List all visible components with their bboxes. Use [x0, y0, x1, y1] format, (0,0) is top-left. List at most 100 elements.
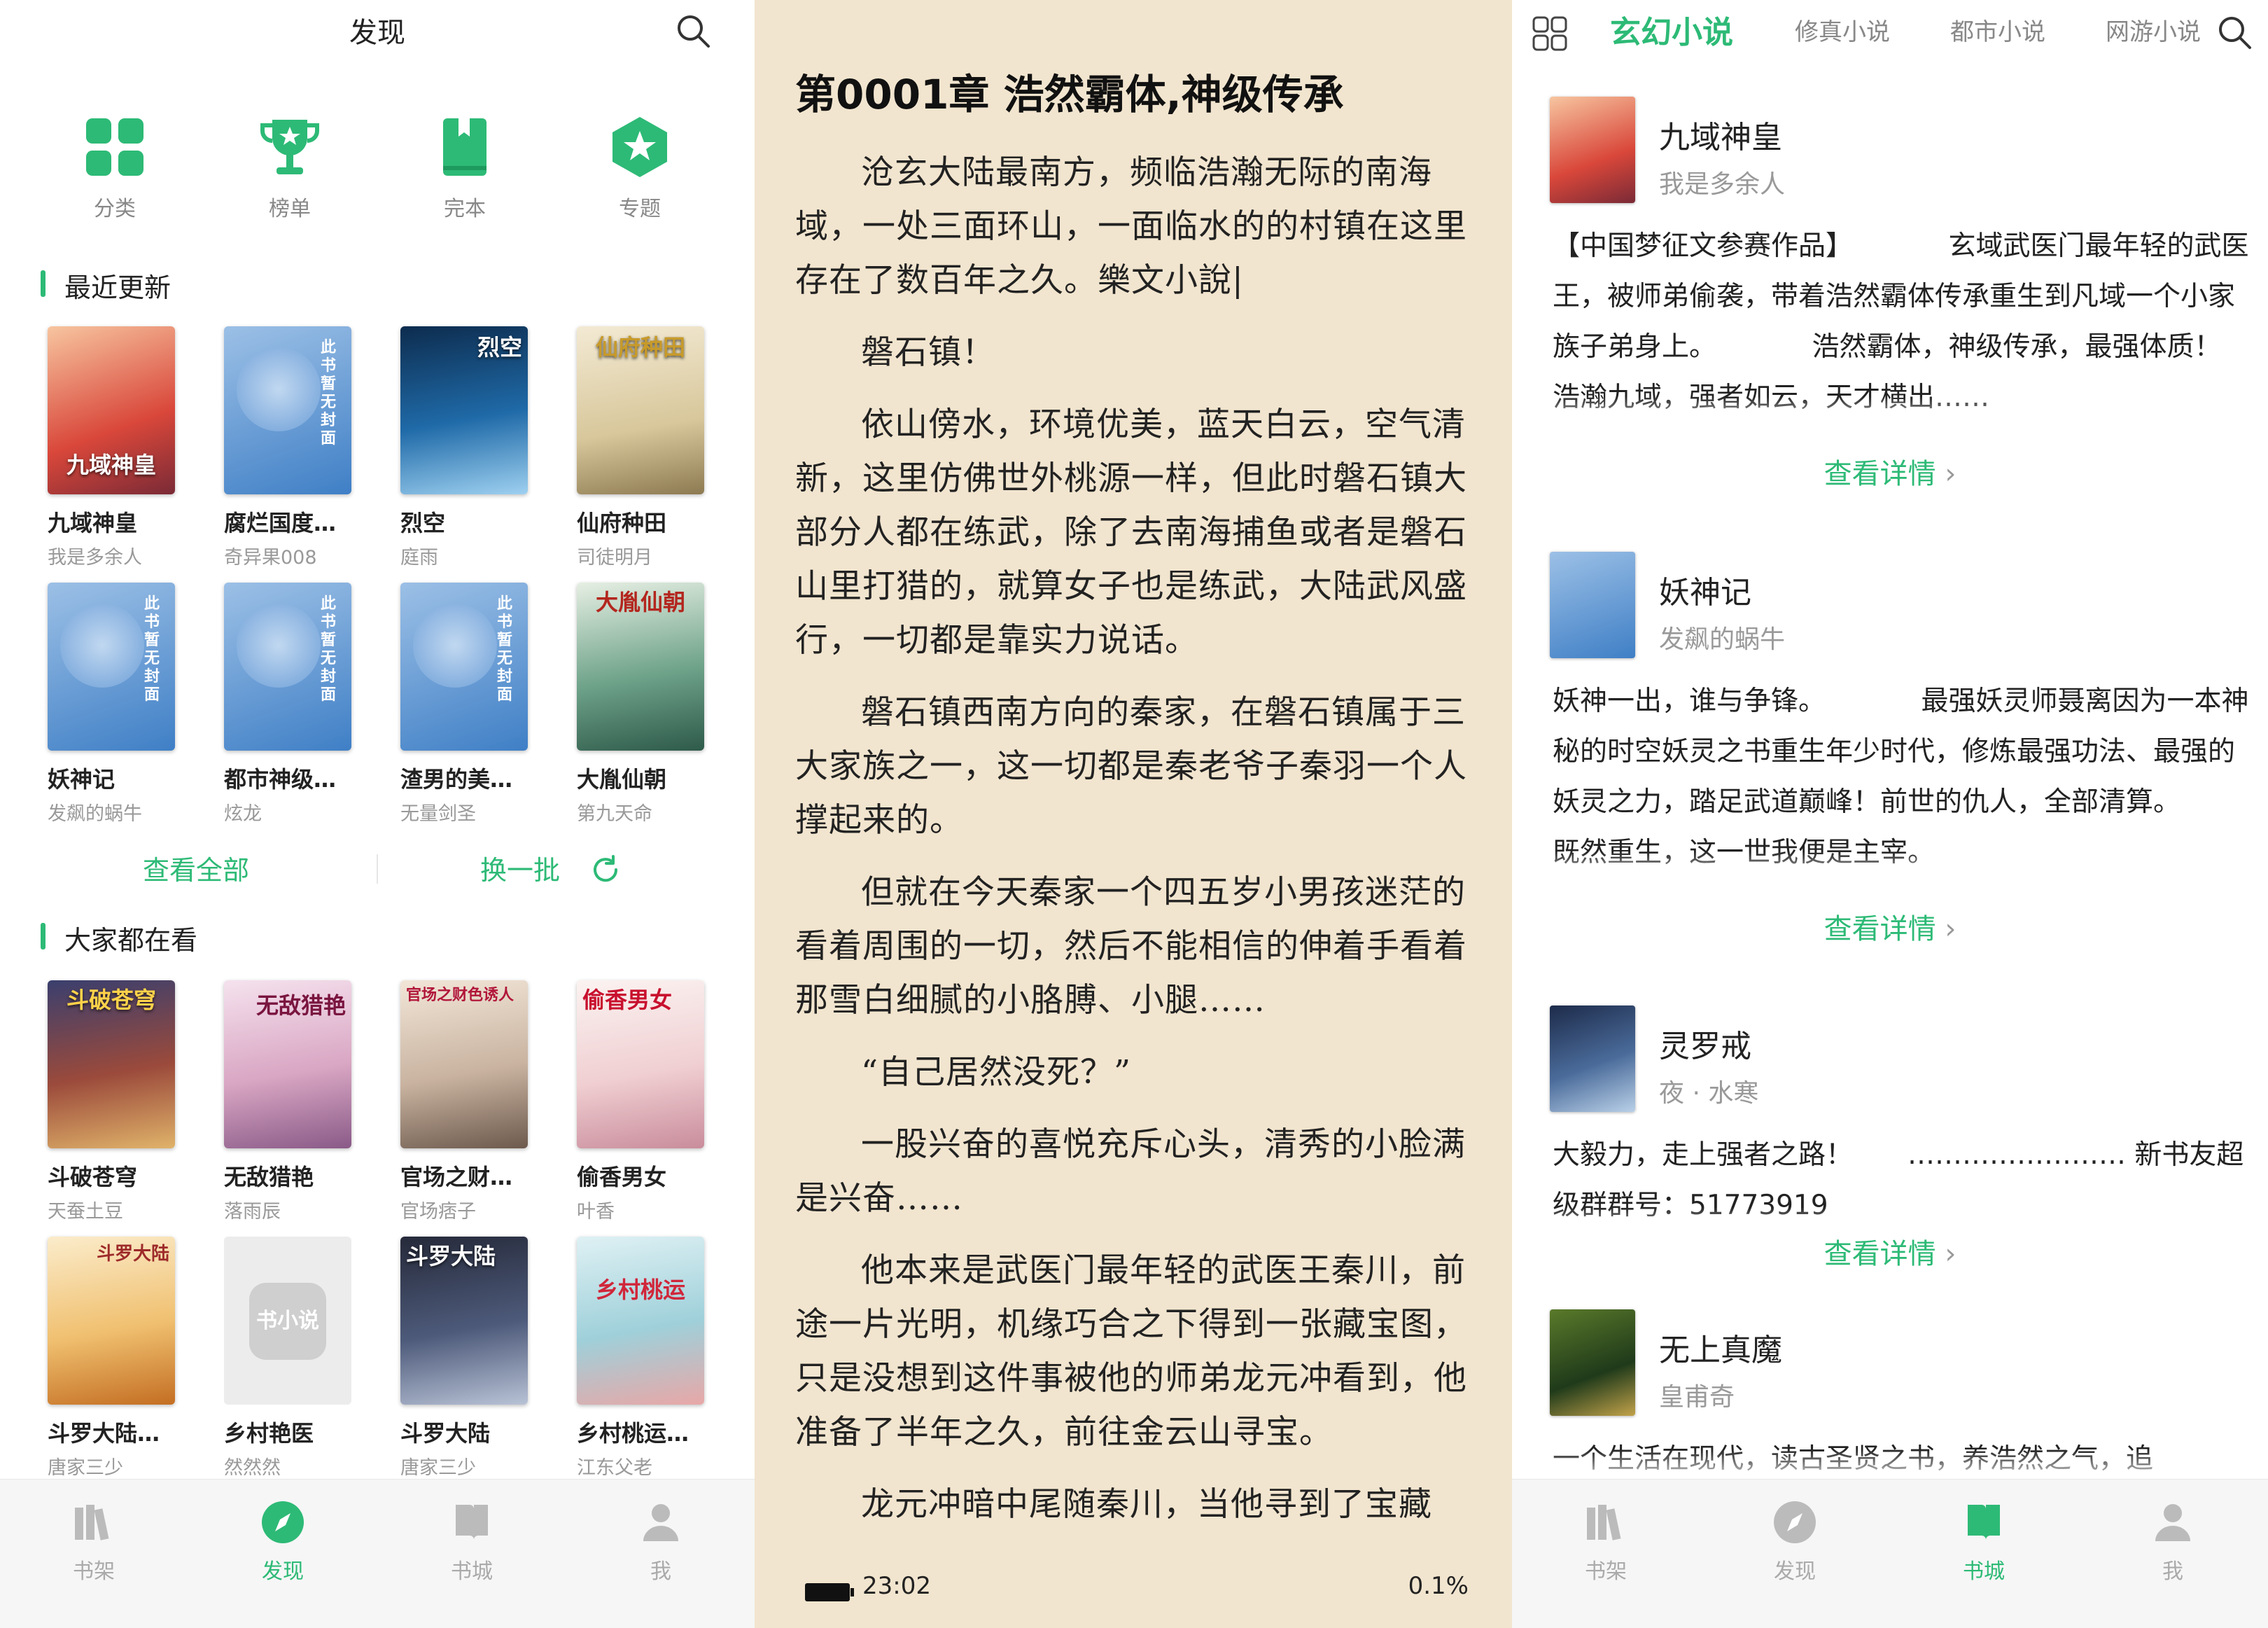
book-list-item[interactable]: 灵罗戒 夜 · 水寒 大毅力，走上强者之路！ …………………… 新书友超级群群号… — [1512, 1006, 2268, 1286]
chevron-right-icon: › — [1945, 1238, 1956, 1270]
view-details-link[interactable]: 查看详情 › — [1512, 1231, 2268, 1272]
quick-link-ranking[interactable]: 榜单 — [234, 116, 346, 222]
book-author: 我是多余人 — [48, 547, 142, 569]
book-title: 渣男的美… — [400, 766, 513, 793]
book-card[interactable]: 此书暂无封面 渣男的美… 无量剑圣 — [400, 583, 528, 839]
bookshelf-icon — [1587, 1505, 1621, 1540]
recent-actions: 查看全部 换一批 — [0, 849, 755, 891]
book-title: 灵罗戒 — [1659, 1029, 1751, 1064]
book-card[interactable]: 大胤仙朝 大胤仙朝 第九天命 — [577, 583, 704, 839]
section-title-recent: 最近更新 — [41, 266, 171, 305]
refresh-batch-link[interactable]: 换一批 — [480, 849, 560, 887]
view-details-link[interactable]: 查看详情 › — [1512, 906, 2268, 947]
reader-screen[interactable]: 第0001章 浩然霸体,神级传承 沧玄大陆最南方，频临浩瀚无际的南海域，一处三面… — [755, 0, 1512, 1628]
chevron-right-icon: › — [1945, 458, 1956, 490]
book-cover — [1550, 97, 1635, 203]
tab-xiuzhen[interactable]: 修真小说 — [1795, 13, 1890, 47]
cover-text: 书小说 — [249, 1283, 326, 1360]
tab-bookstore[interactable]: 书城 — [1942, 1499, 2026, 1585]
book-cover: 九域神皇 — [48, 326, 175, 494]
quick-link-label: 专题 — [619, 197, 661, 221]
refresh-icon[interactable] — [589, 854, 620, 885]
book-author: 发飙的蜗牛 — [48, 803, 142, 825]
book-cover: 斗罗大陆 — [48, 1237, 175, 1405]
book-card[interactable]: 斗罗大陆 斗罗大陆 唐家三少 — [400, 1237, 528, 1493]
book-title: 官场之财… — [400, 1164, 513, 1190]
cover-text: 斗罗大陆 — [96, 1244, 169, 1265]
cover-text: 官场之财色诱人 — [406, 986, 514, 1004]
book-description: 【中国梦征文参赛作品】 玄域武医门最年轻的武医王，被师弟偷袭，带着浩然霸体传承重… — [1553, 221, 2253, 431]
book-card[interactable]: 斗破苍穹 斗破苍穹 天蚕土豆 — [48, 980, 175, 1237]
view-details-label: 查看详情 — [1823, 913, 1936, 945]
quick-link-completed[interactable]: 完本 — [409, 116, 521, 222]
book-card[interactable]: 无敌猎艳 无敌猎艳 落雨辰 — [224, 980, 351, 1237]
tab-me[interactable]: 我 — [619, 1499, 703, 1585]
book-author: 无量剑圣 — [400, 803, 476, 825]
book-card[interactable]: 此书暂无封面 都市神级… 炫龙 — [224, 583, 351, 839]
chapter-body: 沧玄大陆最南方，频临浩瀚无际的南海域，一处三面环山，一面临水的的村镇在这里存在了… — [795, 146, 1474, 1550]
compass-icon — [262, 1501, 304, 1543]
tab-wangyou[interactable]: 网游小说 — [2106, 13, 2201, 47]
book-card[interactable]: 斗罗大陆 斗罗大陆… 唐家三少 — [48, 1237, 175, 1493]
cover-text: 乡村桃运 — [595, 1276, 685, 1303]
book-card[interactable]: 此书暂无封面 腐烂国度… 奇异果008 — [224, 326, 351, 583]
book-list-item[interactable]: 九域神皇 我是多余人 【中国梦征文参赛作品】 玄域武医门最年轻的武医王，被师弟偷… — [1512, 97, 2268, 510]
book-card[interactable]: 书小说 乡村艳医 然然然 — [224, 1237, 351, 1493]
book-list-item[interactable]: 无上真魔 皇甫奇 一个生活在现代，读古圣贤之书，养浩然之气，追 — [1512, 1309, 2268, 1484]
chapter-title: 第0001章 浩然霸体,神级传承 — [795, 71, 1344, 118]
book-title: 烈空 — [400, 510, 446, 536]
view-all-link[interactable]: 查看全部 — [143, 849, 249, 887]
book-title: 乡村桃运… — [577, 1420, 690, 1447]
book-cover: 烈空 — [400, 326, 528, 494]
book-card[interactable]: 仙府种田 仙府种田 司徒明月 — [577, 326, 704, 583]
book-card[interactable]: 乡村桃运 乡村桃运… 江东父老 — [577, 1237, 704, 1493]
category-tab-bar: 玄幻小说 修真小说 都市小说 网游小说 — [1512, 0, 2268, 67]
book-author: 落雨辰 — [224, 1201, 281, 1223]
book-cover-placeholder: 书小说 — [224, 1237, 351, 1405]
tab-dushi[interactable]: 都市小说 — [1950, 13, 2045, 47]
book-cover-placeholder — [1550, 552, 1635, 658]
paragraph: 龙元冲暗中尾随秦川，当他寻到了宝藏 — [861, 1485, 1432, 1524]
tab-label: 书城 — [451, 1559, 493, 1584]
paragraph: 但就在今天秦家一个四五岁小男孩迷茫的看着周围的一切，然后不能相信的伸着手看着那雪… — [795, 873, 1467, 1020]
category-grid-icon[interactable] — [1532, 15, 1568, 52]
book-cover-placeholder: 此书暂无封面 — [48, 583, 175, 751]
tab-bookstore[interactable]: 书城 — [430, 1499, 514, 1585]
tab-discover[interactable]: 发现 — [1753, 1499, 1837, 1585]
book-list-item[interactable]: 妖神记 发飙的蜗牛 妖神一出，谁与争锋。 最强妖灵师聂离因为一本神秘的时空妖灵之… — [1512, 552, 2268, 947]
book-cover-placeholder: 此书暂无封面 — [224, 583, 351, 751]
popular-books-grid: 斗破苍穹 斗破苍穹 天蚕土豆 无敌猎艳 无敌猎艳 落雨辰 官场之财色诱人 官场之… — [48, 980, 720, 1493]
tab-discover[interactable]: 发现 — [241, 1499, 325, 1585]
bookshelf-icon — [75, 1505, 109, 1540]
search-icon[interactable] — [2216, 14, 2253, 50]
book-card[interactable]: 九域神皇 九域神皇 我是多余人 — [48, 326, 175, 583]
book-card[interactable]: 烈空 烈空 庭雨 — [400, 326, 528, 583]
tab-me[interactable]: 我 — [2131, 1499, 2215, 1585]
quick-link-topic[interactable]: 专题 — [584, 116, 696, 222]
tab-bookshelf[interactable]: 书架 — [1564, 1499, 1648, 1585]
view-details-label: 查看详情 — [1823, 1238, 1936, 1270]
book-title: 斗罗大陆 — [400, 1420, 491, 1447]
book-card[interactable]: 官场之财色诱人 官场之财… 官场痞子 — [400, 980, 528, 1237]
book-cover: 大胤仙朝 — [577, 583, 704, 751]
book-author: 江东父老 — [577, 1457, 652, 1479]
search-icon[interactable] — [675, 13, 711, 49]
book-card[interactable]: 此书暂无封面 妖神记 发飙的蜗牛 — [48, 583, 175, 839]
book-author: 庭雨 — [400, 547, 438, 569]
book-card[interactable]: 偷香男女 偷香男女 叶香 — [577, 980, 704, 1237]
book-cover — [1550, 1309, 1635, 1416]
book-cover: 斗破苍穹 — [48, 980, 175, 1148]
book-author: 炫龙 — [224, 803, 262, 825]
book-cover: 仙府种田 — [577, 326, 704, 494]
tab-xuanhuan[interactable]: 玄幻小说 — [1610, 7, 1733, 52]
book-cover: 官场之财色诱人 — [400, 980, 528, 1148]
book-author: 然然然 — [224, 1457, 281, 1479]
bottom-tab-bar: 书架 发现 书城 我 — [0, 1479, 755, 1628]
tab-label: 我 — [2162, 1559, 2183, 1584]
view-details-link[interactable]: 查看详情 › — [1512, 451, 2268, 492]
tab-bookshelf[interactable]: 书架 — [52, 1499, 136, 1585]
tab-label: 书城 — [1963, 1559, 2005, 1584]
book-author: 天蚕土豆 — [48, 1201, 123, 1223]
quick-link-category[interactable]: 分类 — [59, 116, 171, 222]
book-author: 司徒明月 — [577, 547, 652, 569]
